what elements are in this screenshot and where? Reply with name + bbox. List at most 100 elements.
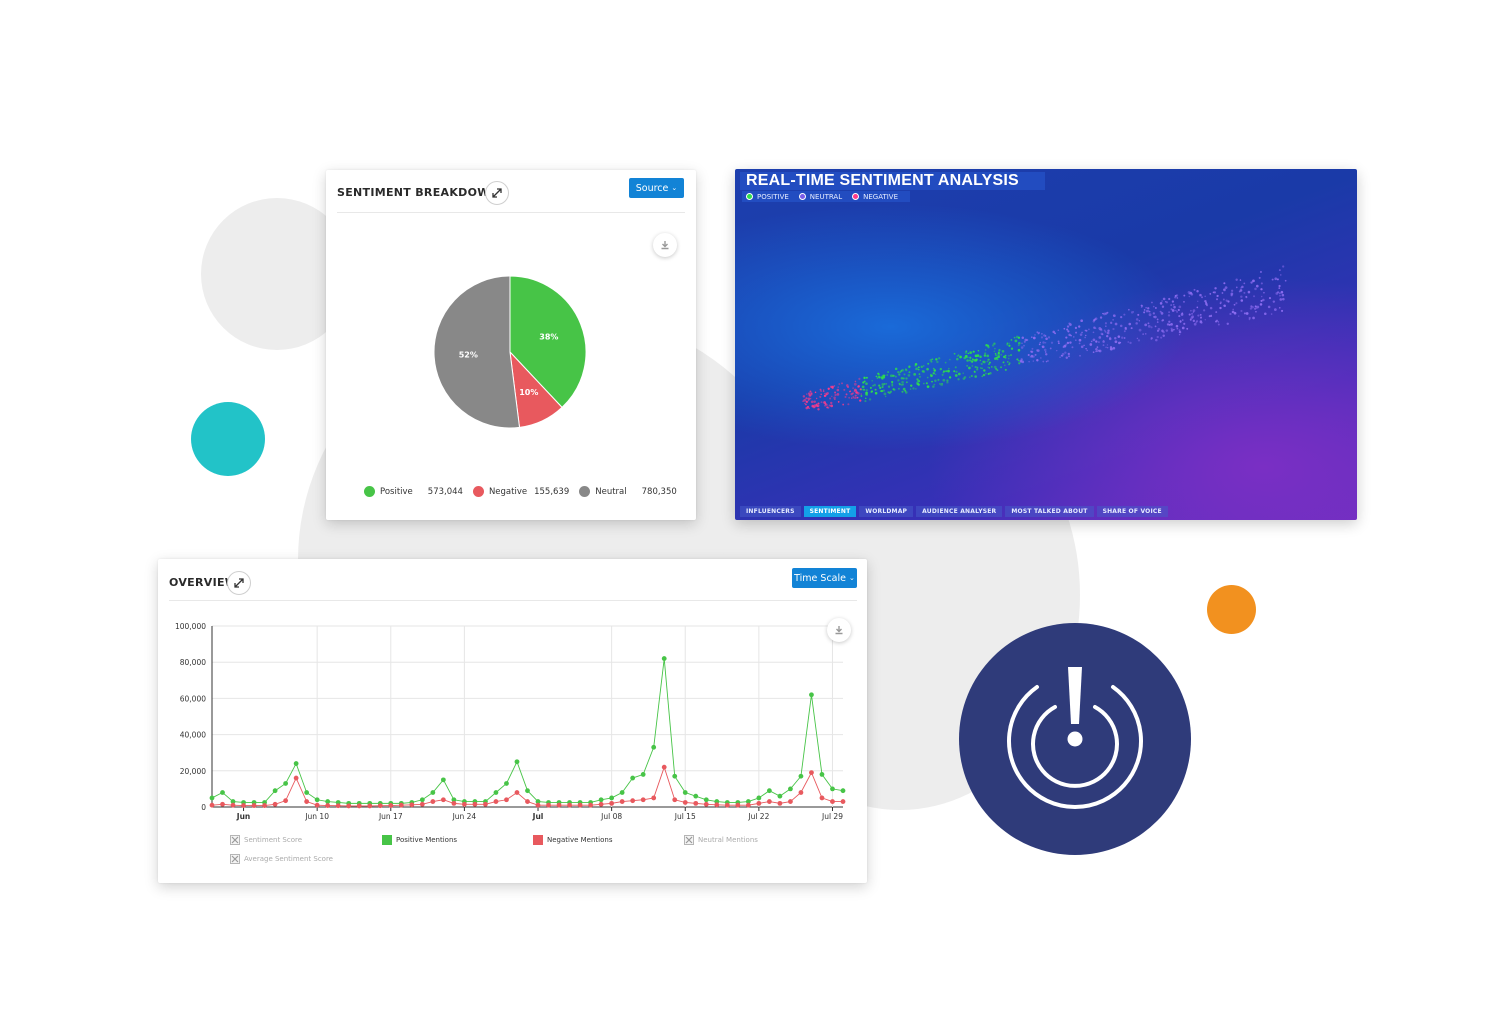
positive-point[interactable]: [209, 795, 215, 801]
positive-point[interactable]: [619, 790, 625, 795]
tab-worldmap[interactable]: WORLDMAP: [859, 506, 914, 517]
negative-point[interactable]: [556, 802, 562, 808]
negative-point[interactable]: [504, 797, 509, 803]
positive-point[interactable]: [756, 795, 762, 801]
download-button[interactable]: [653, 233, 677, 257]
legend-positive[interactable]: Positive 573,044: [364, 486, 463, 497]
positive-point[interactable]: [419, 797, 425, 803]
negative-point[interactable]: [682, 800, 688, 805]
negative-point[interactable]: [251, 803, 257, 808]
positive-point[interactable]: [630, 775, 636, 781]
positive-point[interactable]: [640, 772, 646, 777]
positive-point[interactable]: [840, 788, 846, 794]
negative-point[interactable]: [714, 802, 720, 808]
negative-point[interactable]: [756, 800, 762, 806]
positive-point[interactable]: [703, 797, 709, 803]
negative-point[interactable]: [220, 801, 225, 807]
negative-point[interactable]: [830, 799, 835, 804]
positive-point[interactable]: [809, 692, 814, 698]
negative-point[interactable]: [440, 797, 446, 803]
positive-point[interactable]: [819, 772, 825, 777]
negative-point[interactable]: [462, 801, 467, 807]
time-scale-dropdown-button[interactable]: Time Scale ⌄: [792, 568, 857, 588]
legend-neutral-mentions[interactable]: Neutral Mentions: [684, 835, 758, 845]
negative-point[interactable]: [398, 802, 404, 808]
negative-point[interactable]: [819, 795, 825, 801]
negative-point[interactable]: [567, 802, 572, 808]
positive-point[interactable]: [314, 797, 320, 803]
negative-point[interactable]: [735, 802, 741, 808]
tab-audience-analyser[interactable]: AUDIENCE ANALYSER: [916, 506, 1003, 517]
positive-point[interactable]: [598, 797, 604, 803]
negative-point[interactable]: [525, 799, 530, 804]
legend-sentiment-score[interactable]: Sentiment Score: [230, 835, 302, 845]
negative-point[interactable]: [262, 803, 267, 808]
negative-point[interactable]: [314, 802, 320, 808]
legend-negative[interactable]: Negative 155,639: [472, 486, 569, 497]
negative-point[interactable]: [809, 770, 814, 776]
negative-point[interactable]: [409, 802, 415, 808]
negative-point[interactable]: [356, 803, 362, 809]
negative-point[interactable]: [598, 801, 604, 807]
negative-point[interactable]: [703, 801, 709, 807]
tab-influencers[interactable]: INFLUENCERS: [740, 506, 801, 517]
positive-point[interactable]: [493, 790, 499, 795]
negative-point[interactable]: [377, 803, 383, 809]
negative-point[interactable]: [619, 799, 625, 804]
negative-point[interactable]: [493, 799, 499, 804]
negative-point[interactable]: [209, 802, 215, 808]
negative-point[interactable]: [283, 798, 289, 804]
negative-point[interactable]: [724, 802, 730, 808]
negative-point[interactable]: [367, 803, 373, 809]
negative-point[interactable]: [766, 799, 772, 804]
source-dropdown-button[interactable]: Source ⌄: [629, 178, 684, 198]
negative-point[interactable]: [388, 803, 394, 808]
negative-point[interactable]: [430, 799, 436, 804]
tab-share-of-voice[interactable]: SHARE OF VOICE: [1096, 506, 1168, 517]
negative-point[interactable]: [293, 775, 299, 781]
negative-point[interactable]: [609, 800, 615, 806]
negative-point[interactable]: [535, 802, 541, 808]
positive-point[interactable]: [504, 781, 509, 786]
negative-point[interactable]: [798, 790, 804, 795]
negative-point[interactable]: [577, 802, 583, 808]
negative-point[interactable]: [346, 803, 352, 809]
tab-most-talked-about[interactable]: MOST TALKED ABOUT: [1005, 506, 1094, 517]
negative-point[interactable]: [483, 801, 488, 807]
negative-point[interactable]: [630, 798, 636, 804]
expand-button[interactable]: [485, 181, 509, 205]
negative-point[interactable]: [777, 800, 783, 806]
positive-point[interactable]: [430, 790, 436, 795]
negative-point[interactable]: [514, 790, 520, 795]
negative-point[interactable]: [588, 802, 593, 808]
legend-average-sentiment-score[interactable]: Average Sentiment Score: [230, 854, 333, 864]
positive-point[interactable]: [293, 761, 299, 766]
negative-point[interactable]: [546, 802, 551, 808]
negative-point[interactable]: [241, 803, 246, 808]
negative-point[interactable]: [651, 795, 657, 801]
positive-point[interactable]: [609, 795, 615, 801]
positive-point[interactable]: [830, 786, 835, 792]
tab-sentiment[interactable]: SENTIMENT: [803, 506, 857, 517]
negative-point[interactable]: [304, 799, 310, 804]
positive-point[interactable]: [788, 786, 793, 792]
positive-point[interactable]: [693, 793, 699, 799]
positive-point[interactable]: [798, 773, 804, 779]
positive-point[interactable]: [514, 759, 520, 765]
negative-point[interactable]: [451, 800, 457, 806]
negative-point[interactable]: [661, 764, 667, 770]
positive-point[interactable]: [777, 793, 783, 799]
positive-point[interactable]: [272, 788, 278, 794]
positive-point[interactable]: [766, 788, 772, 794]
positive-point[interactable]: [661, 656, 667, 661]
positive-point[interactable]: [304, 790, 310, 795]
negative-point[interactable]: [230, 802, 236, 808]
positive-point[interactable]: [525, 788, 530, 794]
negative-point[interactable]: [672, 797, 678, 803]
negative-point[interactable]: [419, 801, 425, 807]
positive-point[interactable]: [220, 790, 225, 795]
expand-button[interactable]: [227, 571, 251, 595]
legend-neutral[interactable]: Neutral 780,350: [579, 486, 677, 497]
positive-point[interactable]: [283, 781, 289, 786]
negative-point[interactable]: [272, 801, 278, 807]
